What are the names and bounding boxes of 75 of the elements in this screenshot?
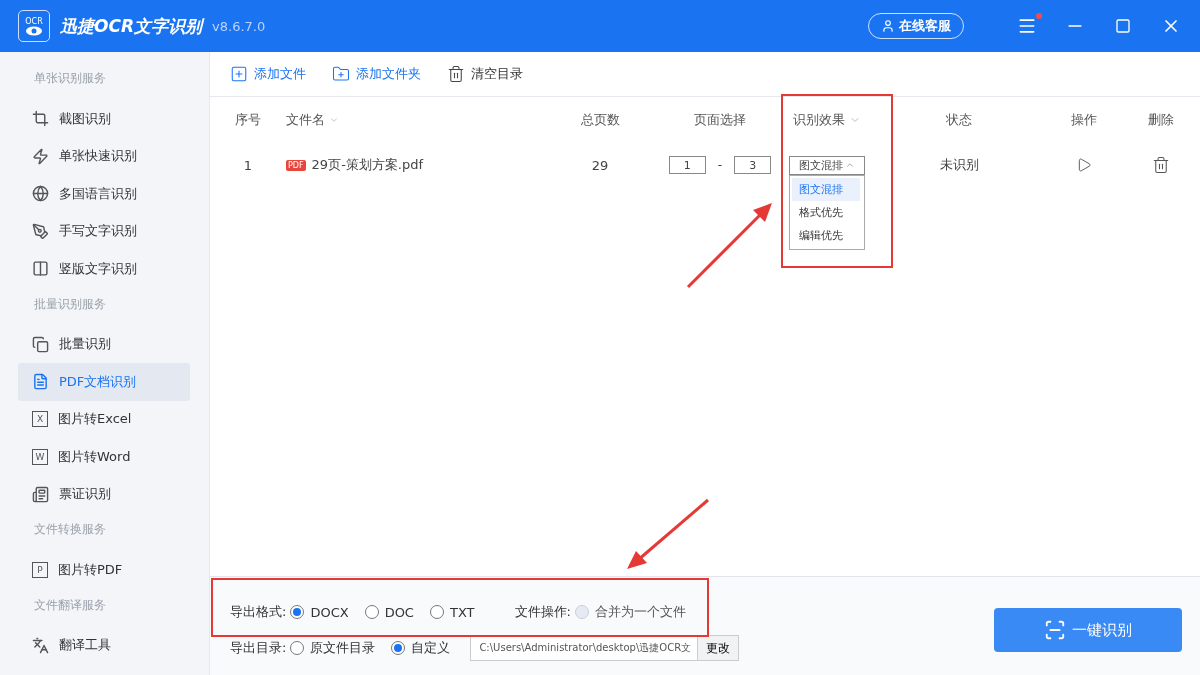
range-dash: - <box>717 158 723 172</box>
column-header: 操作 <box>1070 111 1098 129</box>
sidebar-item[interactable]: PDF文档识别 <box>18 363 190 401</box>
sidebar-item-icon <box>32 260 49 278</box>
section-heading: 文件转换服务 <box>33 521 107 538</box>
sidebar-item-icon <box>32 222 49 240</box>
column-header: 序号 <box>234 111 262 129</box>
sidebar-item[interactable]: 多国语言识别 <box>18 175 190 213</box>
sidebar-item[interactable]: 翻译工具 <box>18 626 190 664</box>
person-icon <box>881 19 895 33</box>
trash-icon <box>447 65 465 83</box>
sidebar-item-icon <box>32 636 49 654</box>
toolbar-button[interactable]: 清空目录 <box>447 65 523 83</box>
sidebar-item-icon <box>32 373 49 391</box>
file-name: 29页-策划方案.pdf <box>311 156 424 174</box>
file-letter-icon: X <box>32 411 48 428</box>
pdf-file-icon: PDF <box>286 159 306 171</box>
caret-icon <box>845 160 855 170</box>
radio-icon[interactable] <box>391 641 406 655</box>
sidebar-item-icon <box>32 110 49 128</box>
section-heading: 单张识别服务 <box>33 70 107 87</box>
sidebar-item-icon <box>32 185 49 203</box>
sidebar-item[interactable]: W 图片转Word <box>18 438 190 476</box>
sidebar-item-icon <box>32 335 49 353</box>
column-header: 删除 <box>1147 111 1175 129</box>
sidebar-item-icon <box>32 147 49 165</box>
section-heading: 文件翻译服务 <box>33 596 107 614</box>
sidebar-item[interactable]: 手写文字识别 <box>18 212 190 250</box>
sidebar-item[interactable]: X 图片转Excel <box>18 400 190 438</box>
table-cell-text: 29 <box>590 156 610 175</box>
dropdown-option[interactable]: 图文混排 <box>792 178 860 201</box>
sidebar-item[interactable]: P 图片转PDF <box>18 551 190 589</box>
section-heading: 批量识别服务 <box>33 295 107 313</box>
sidebar-item[interactable]: 截图识别 <box>18 100 190 138</box>
column-header: 状态 <box>945 111 973 129</box>
file-letter-icon: P <box>32 561 48 578</box>
radio-icon[interactable] <box>290 605 305 619</box>
format-radio[interactable]: DOC <box>364 604 414 620</box>
field-label: 导出目录: <box>230 639 287 657</box>
delete-icon[interactable] <box>1152 156 1170 174</box>
column-header: 总页数 <box>579 111 621 129</box>
dropdown-option[interactable]: 编辑优先 <box>792 224 860 247</box>
column-header: 文件名 <box>286 97 540 143</box>
radio-icon[interactable] <box>290 641 305 655</box>
mode-select[interactable]: 图文混排 <box>789 155 865 175</box>
toolbar-button[interactable]: 添加文件 <box>230 65 306 83</box>
dropdown-option[interactable]: 格式优先 <box>792 201 860 224</box>
field-label: 导出格式: <box>230 603 287 621</box>
directory-radio[interactable]: 自定义 <box>391 639 451 657</box>
table-cell-text: 未识别 <box>938 156 980 174</box>
app-title: 迅捷OCR文字识别 <box>60 14 203 38</box>
format-radio[interactable]: DOCX <box>290 604 349 620</box>
version-label: v8.6.7.0 <box>212 18 266 34</box>
page-to-field[interactable]: 3 <box>734 156 772 174</box>
scan-icon <box>1044 619 1066 641</box>
table-cell-text: 1 <box>242 156 254 175</box>
sidebar-item[interactable]: 竖版文字识别 <box>18 250 190 288</box>
column-header: 识别效果 <box>780 97 874 143</box>
add-folder-icon <box>332 65 350 83</box>
file-letter-icon: W <box>32 448 48 465</box>
format-radio[interactable]: TXT <box>429 604 475 620</box>
directory-radio[interactable]: 原文件目录 <box>290 639 376 657</box>
toolbar-button[interactable]: 添加文件夹 <box>332 65 421 83</box>
radio-icon[interactable] <box>429 605 444 619</box>
radio-icon[interactable] <box>364 605 379 619</box>
sidebar-item[interactable]: 批量识别 <box>18 325 190 363</box>
field-label: 文件操作: <box>514 603 571 621</box>
page-from-field[interactable]: 1 <box>668 156 706 174</box>
sidebar-item[interactable]: 单张快速识别 <box>18 137 190 175</box>
add-file-icon <box>230 65 248 83</box>
sidebar-item-icon <box>32 485 49 503</box>
play-icon[interactable] <box>1076 157 1092 173</box>
column-header: 页面选择 <box>693 111 747 129</box>
sidebar-item[interactable]: 票证识别 <box>18 475 190 513</box>
logo-icon: OCR <box>18 10 50 42</box>
